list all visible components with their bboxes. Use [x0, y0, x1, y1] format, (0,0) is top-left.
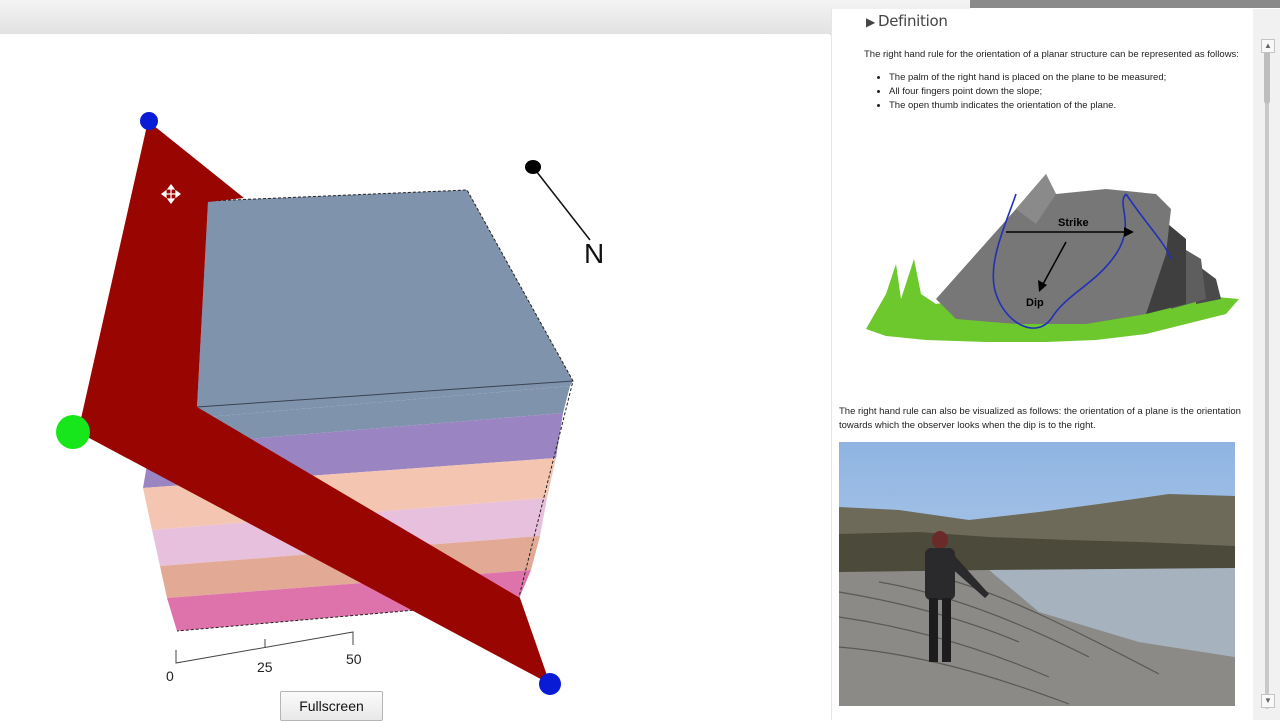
- rules-list: The palm of the right hand is placed on …: [874, 72, 1166, 114]
- definition-panel: ▶ Definition The right hand rule for the …: [832, 9, 1253, 720]
- north-label: N: [584, 238, 604, 269]
- scale-tick-label-0: 0: [166, 668, 174, 684]
- rule-item: The palm of the right hand is placed on …: [889, 72, 1166, 83]
- dip-label: Dip: [1026, 297, 1044, 309]
- scrollbar-thumb[interactable]: [1264, 49, 1270, 104]
- definition-toggle[interactable]: ▶ Definition: [866, 12, 948, 30]
- expand-triangle-icon: ▶: [866, 15, 875, 29]
- definition-title: Definition: [877, 12, 948, 30]
- fullscreen-button[interactable]: Fullscreen: [280, 691, 383, 721]
- rule-item: All four fingers point down the slope;: [889, 86, 1166, 97]
- field-photo: [839, 442, 1235, 706]
- plane-handle-pivot[interactable]: [56, 415, 90, 449]
- scroll-up-arrow-icon[interactable]: ▲: [1261, 39, 1275, 53]
- panel-scrollbar[interactable]: ▲ ▼: [1253, 9, 1280, 720]
- scroll-down-arrow-icon[interactable]: ▼: [1261, 694, 1275, 708]
- scale-tick-label-50: 50: [346, 651, 362, 667]
- block-top-face: [197, 190, 573, 407]
- plane-handle-bottom[interactable]: [539, 673, 561, 695]
- rule-item: The open thumb indicates the orientation…: [889, 100, 1166, 111]
- scrollbar-track: [1265, 49, 1269, 709]
- plane-handle-top[interactable]: [140, 112, 158, 130]
- 3d-scene[interactable]: N 0 25 50: [0, 0, 830, 720]
- visualization-text: The right hand rule can also be visualiz…: [839, 406, 1241, 431]
- north-arrow-line: [532, 166, 591, 241]
- strike-label: Strike: [1058, 217, 1089, 229]
- top-right-strip: [970, 0, 1280, 8]
- north-arrow-handle[interactable]: [525, 160, 541, 174]
- definition-intro: The right hand rule for the orientation …: [864, 49, 1239, 60]
- right-hand-rule-figure: Strike Dip: [866, 174, 1239, 342]
- scale-tick-label-25: 25: [257, 659, 273, 675]
